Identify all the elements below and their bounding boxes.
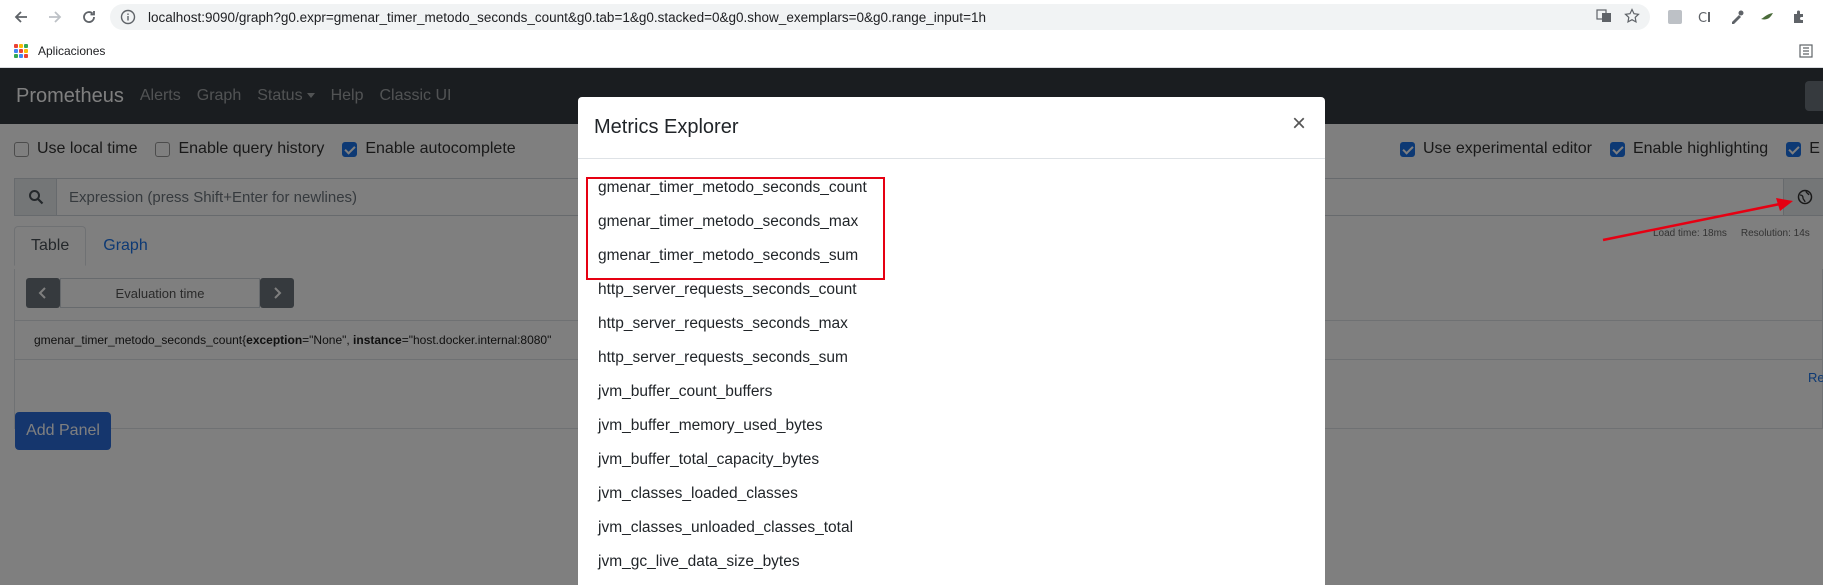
metric-item[interactable]: gmenar_timer_metodo_seconds_max (578, 212, 1325, 246)
metric-item[interactable]: jvm_buffer_count_buffers (578, 382, 1325, 416)
extension-k-icon[interactable] (1666, 8, 1684, 26)
metric-item[interactable]: jvm_buffer_memory_used_bytes (578, 416, 1325, 450)
extension-bird-icon[interactable] (1758, 8, 1776, 26)
metrics-explorer-modal: Metrics Explorer × gmenar_timer_metodo_s… (578, 97, 1325, 585)
apps-grid-icon[interactable] (14, 43, 28, 58)
close-icon[interactable]: × (1287, 112, 1311, 137)
bookmarks-bar: Aplicaciones (0, 34, 1823, 68)
forward-icon[interactable] (42, 4, 68, 30)
address-bar[interactable]: localhost:9090/graph?g0.expr=gmenar_time… (110, 4, 1650, 30)
info-icon[interactable] (120, 9, 136, 25)
extensions-puzzle-icon[interactable] (1790, 8, 1808, 26)
annotation-arrow-icon (1602, 198, 1793, 242)
bookmark-apps-label[interactable]: Aplicaciones (38, 44, 105, 58)
svg-text:C: C (1698, 11, 1707, 25)
metric-item[interactable]: http_server_requests_seconds_count (578, 280, 1325, 314)
modal-header: Metrics Explorer × (578, 97, 1325, 159)
metric-item[interactable]: gmenar_timer_metodo_seconds_count (578, 178, 1325, 212)
reload-icon[interactable] (76, 4, 102, 30)
url-text[interactable]: localhost:9090/graph?g0.expr=gmenar_time… (148, 10, 986, 25)
eyedropper-icon[interactable] (1728, 8, 1746, 26)
metric-item[interactable]: jvm_buffer_total_capacity_bytes (578, 450, 1325, 484)
back-icon[interactable] (8, 4, 34, 30)
metric-item[interactable]: gmenar_timer_metodo_seconds_sum (578, 246, 1325, 280)
metric-item[interactable]: jvm_classes_loaded_classes (578, 484, 1325, 518)
browser-toolbar: localhost:9090/graph?g0.expr=gmenar_time… (0, 0, 1823, 34)
metric-item[interactable]: http_server_requests_seconds_max (578, 314, 1325, 348)
metric-item[interactable]: jvm_gc_live_data_size_bytes (578, 552, 1325, 585)
modal-title: Metrics Explorer (594, 116, 739, 138)
bookmark-star-icon[interactable] (1624, 8, 1640, 29)
metric-item[interactable]: http_server_requests_seconds_sum (578, 348, 1325, 382)
metric-list: gmenar_timer_metodo_seconds_count gmenar_… (578, 159, 1325, 585)
translate-icon[interactable] (1596, 8, 1612, 29)
metric-item[interactable]: jvm_classes_unloaded_classes_total (578, 518, 1325, 552)
extension-c-icon[interactable]: C (1696, 8, 1714, 26)
reading-list-icon[interactable] (1799, 44, 1813, 61)
